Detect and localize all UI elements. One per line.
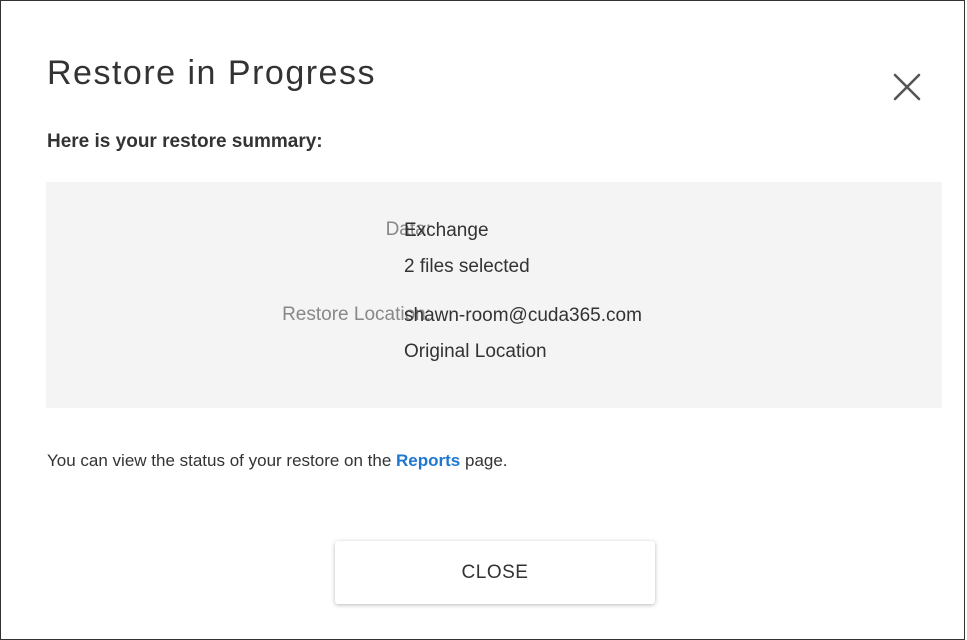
- status-info-suffix: page.: [460, 451, 508, 470]
- close-button[interactable]: CLOSE: [335, 541, 655, 604]
- dialog-title: Restore in Progress: [47, 54, 376, 92]
- summary-heading: Here is your restore summary:: [47, 131, 323, 152]
- restore-location-value: shawn-room@cuda365.com Original Location: [404, 298, 642, 370]
- status-info-prefix: You can view the status of your restore …: [47, 451, 397, 470]
- restore-location-mailbox: shawn-room@cuda365.com: [404, 305, 642, 326]
- restore-summary-panel: Data: Exchange 2 files selected Restore …: [46, 182, 942, 408]
- data-value: Exchange 2 files selected: [404, 213, 530, 285]
- close-icon[interactable]: [889, 69, 925, 105]
- restore-location-type: Original Location: [404, 341, 547, 362]
- status-info-text: You can view the status of your restore …: [47, 448, 508, 474]
- data-source: Exchange: [404, 220, 489, 241]
- data-file-count: 2 files selected: [404, 256, 530, 277]
- reports-link[interactable]: Reports: [396, 451, 460, 470]
- restore-dialog: Restore in Progress Here is your restore…: [0, 0, 965, 640]
- close-icon-graphic: [893, 73, 921, 101]
